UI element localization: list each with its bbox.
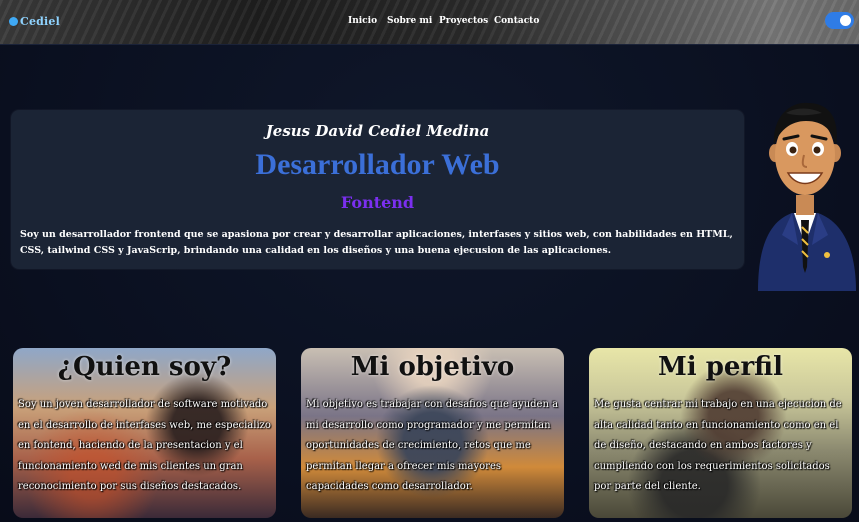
nav-link-inicio[interactable]: Inicio	[348, 16, 377, 26]
avatar-illustration	[758, 102, 856, 291]
nav-link-contacto[interactable]: Contacto	[494, 16, 539, 26]
nav-link-proyectos[interactable]: Proyectos	[439, 16, 488, 26]
nav-link-sobre-mi[interactable]: Sobre mi	[387, 16, 432, 26]
card-mi-perfil[interactable]: Mi perfil Me gusta centrar mi trabajo en…	[589, 348, 852, 518]
logo-text: Cediel	[20, 15, 61, 28]
portfolio-page: Cediel Inicio Sobre mi Proyectos Contact…	[0, 0, 859, 522]
toggle-knob	[840, 15, 851, 26]
hero-name: Jesus David Cediel Medina	[265, 122, 490, 140]
card-title: Mi perfil	[658, 352, 783, 382]
site-header: Cediel Inicio Sobre mi Proyectos Contact…	[0, 0, 859, 45]
card-title: Mi objetivo	[350, 352, 515, 382]
logo[interactable]: Cediel	[9, 15, 60, 28]
hero-subtitle: Fontend	[340, 193, 415, 212]
card-text: Soy un joven desarrollador de software m…	[18, 399, 271, 492]
card-text: Mi objetivo es trabajar con desafios que…	[306, 399, 559, 492]
card-mi-objetivo[interactable]: Mi objetivo Mi objetivo es trabajar con …	[301, 348, 564, 518]
logo-icon	[9, 17, 18, 26]
card-title: ¿Quien soy?	[57, 352, 232, 382]
hero-role: Desarrollador Web	[255, 148, 500, 181]
card-quien-soy[interactable]: ¿Quien soy? Soy un joven desarrollador d…	[13, 348, 276, 518]
card-text: Me gusta centrar mi trabajo en una ejecu…	[594, 399, 842, 492]
hero-card: Jesus David Cediel Medina Desarrollador …	[11, 110, 744, 269]
theme-toggle[interactable]	[825, 12, 854, 29]
hero-description: Soy un desarrollador frontend que se apa…	[20, 229, 733, 256]
